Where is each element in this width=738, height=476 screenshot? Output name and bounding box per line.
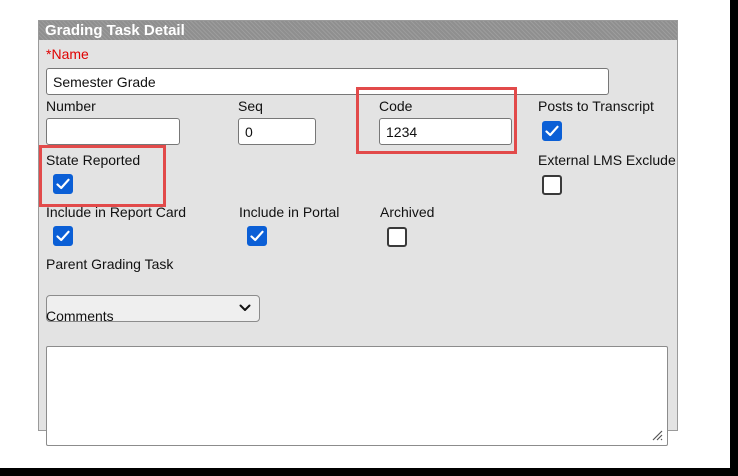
- checkmark-icon: [56, 230, 70, 242]
- checkmark-icon: [56, 178, 70, 190]
- code-field[interactable]: [379, 118, 512, 145]
- archived-checkbox[interactable]: [387, 227, 407, 247]
- external-lms-exclude-checkbox[interactable]: [542, 175, 562, 195]
- posts-to-transcript-label: Posts to Transcript: [538, 98, 654, 114]
- comments-label: Comments: [46, 308, 114, 324]
- comments-field[interactable]: [46, 346, 668, 446]
- state-reported-label: State Reported: [46, 152, 141, 168]
- grading-task-detail-panel: Grading Task Detail *Name Number Seq Cod…: [38, 20, 678, 446]
- number-field[interactable]: [46, 118, 180, 145]
- parent-grading-task-label: Parent Grading Task: [46, 256, 174, 272]
- include-in-report-card-checkbox[interactable]: [53, 226, 73, 246]
- archived-label: Archived: [380, 204, 435, 220]
- code-label: Code: [379, 98, 413, 114]
- number-label: Number: [46, 98, 96, 114]
- checkmark-icon: [545, 125, 559, 137]
- include-in-portal-label: Include in Portal: [239, 204, 340, 220]
- name-label: *Name: [46, 46, 89, 62]
- screenshot-frame: Grading Task Detail *Name Number Seq Cod…: [0, 0, 738, 476]
- include-in-report-card-label: Include in Report Card: [46, 204, 187, 220]
- seq-field[interactable]: [238, 118, 316, 145]
- seq-label: Seq: [238, 98, 263, 114]
- state-reported-checkbox[interactable]: [53, 174, 73, 194]
- checkmark-icon: [250, 230, 264, 242]
- panel-title: Grading Task Detail: [39, 21, 677, 40]
- name-field[interactable]: [46, 68, 609, 95]
- posts-to-transcript-checkbox[interactable]: [542, 121, 562, 141]
- external-lms-exclude-label: External LMS Exclude: [538, 152, 676, 168]
- chevron-down-icon: [239, 304, 251, 311]
- resize-grip-icon[interactable]: [651, 429, 663, 441]
- include-in-portal-checkbox[interactable]: [247, 226, 267, 246]
